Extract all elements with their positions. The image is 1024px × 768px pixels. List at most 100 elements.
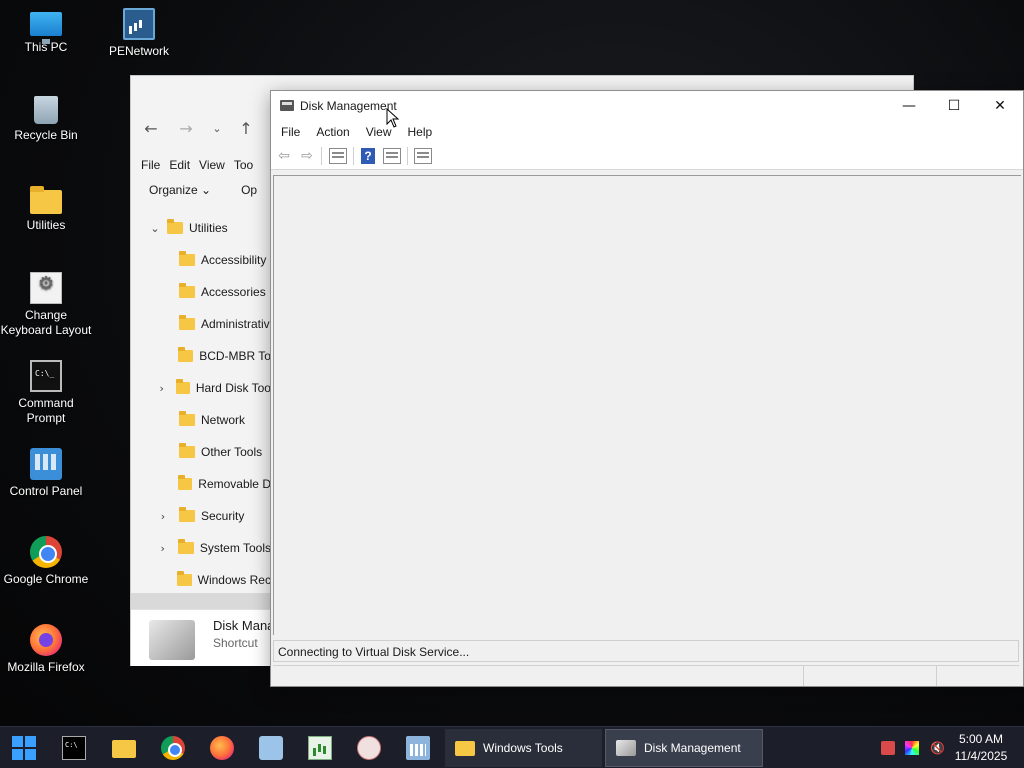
- details-pane: Disk Mana Shortcut: [131, 609, 275, 666]
- chevron-right-icon[interactable]: ›: [155, 510, 171, 523]
- taskbar-notepad-icon[interactable]: [259, 736, 283, 760]
- desktop-icon-change-keyboard-layout[interactable]: Change Keyboard Layout: [0, 272, 92, 338]
- mouse-cursor-icon: [386, 108, 400, 128]
- menu-file[interactable]: File: [281, 125, 300, 139]
- explorer-menu-tools[interactable]: Too: [234, 158, 262, 172]
- taskbar-file-explorer-icon[interactable]: [112, 740, 136, 758]
- organize-button[interactable]: Organize ⌄: [149, 183, 211, 197]
- properties-icon[interactable]: [383, 148, 401, 164]
- tree-item-network[interactable]: Network: [131, 404, 271, 436]
- tree-item-system-tools[interactable]: › System Tools: [131, 532, 271, 564]
- clock-time: 5:00 AM: [958, 732, 1004, 746]
- forward-arrow-icon[interactable]: ⇨: [298, 148, 316, 164]
- desktop-icon-utilities[interactable]: Utilities: [0, 184, 92, 233]
- desktop-icon-mozilla-firefox[interactable]: Mozilla Firefox: [0, 624, 92, 675]
- window-title: Disk Management: [300, 99, 397, 113]
- taskbar-chrome-icon[interactable]: [161, 736, 185, 760]
- tree-item-other-tools[interactable]: Other Tools: [131, 436, 271, 468]
- taskbar-firefox-icon[interactable]: [210, 736, 234, 760]
- tree-item-label: Other Tools: [201, 445, 263, 459]
- desktop-icon-label: Recycle Bin: [14, 128, 78, 142]
- tree-item-label: Security: [201, 509, 245, 523]
- folder-icon: [179, 443, 195, 458]
- minimize-button[interactable]: —: [886, 91, 932, 121]
- folder-icon: [176, 379, 190, 394]
- disk-management-icon: [616, 740, 636, 756]
- desktop-icon-label: Utilities: [26, 218, 66, 232]
- disk-management-titlebar[interactable]: Disk Management — ☐ ✕: [271, 91, 1023, 121]
- tree-item-accessories[interactable]: Accessories: [131, 276, 271, 308]
- taskbar-task-manager-icon[interactable]: [308, 736, 332, 760]
- tree-item-label: Removable D: [198, 477, 271, 491]
- desktop-icon-label: Change Keyboard Layout: [0, 308, 92, 337]
- tree-item-label: Network: [201, 413, 246, 427]
- taskbar-calculator-icon[interactable]: [406, 736, 430, 760]
- explorer-command-bar: Organize ⌄ Op: [149, 183, 257, 197]
- desktop-icon-command-prompt[interactable]: Command Prompt: [0, 360, 92, 426]
- tree-item-bcd-mbr[interactable]: BCD-MBR To: [131, 340, 271, 372]
- disk-management-shortcut-icon: [149, 620, 195, 660]
- windows-logo-icon: [25, 736, 36, 747]
- desktop-icon-recycle-bin[interactable]: Recycle Bin: [0, 96, 92, 143]
- back-arrow-icon[interactable]: ⇦: [275, 148, 293, 164]
- volume-muted-icon[interactable]: 🔇: [930, 741, 945, 755]
- taskbar-button-label: Disk Management: [644, 741, 741, 755]
- taskbar-command-prompt-icon[interactable]: [62, 736, 86, 760]
- chevron-down-icon[interactable]: ⌄: [147, 222, 163, 235]
- legend-segment: [803, 666, 804, 686]
- disk-management-window[interactable]: Disk Management — ☐ ✕ File Action View H…: [270, 90, 1024, 687]
- status-text: Connecting to Virtual Disk Service...: [278, 645, 470, 659]
- up-arrow-icon[interactable]: ↑: [234, 116, 258, 142]
- desktop-icon-this-pc[interactable]: This PC: [0, 8, 92, 55]
- chevron-right-icon[interactable]: ›: [155, 382, 168, 395]
- menu-action[interactable]: Action: [316, 125, 349, 139]
- tree-item-administrative[interactable]: Administrativ: [131, 308, 271, 340]
- recycle-bin-icon: [34, 96, 58, 124]
- folder-icon: [179, 507, 195, 522]
- desktop-icon-google-chrome[interactable]: Google Chrome: [0, 536, 92, 587]
- tree-item-windows-recovery[interactable]: Windows Rec: [131, 564, 271, 596]
- explorer-nav-bar: ← → ⌄ ↑: [131, 116, 271, 142]
- menu-help[interactable]: Help: [408, 125, 433, 139]
- tree-item-label: Utilities: [189, 221, 228, 235]
- tree-item-security[interactable]: › Security: [131, 500, 271, 532]
- start-button[interactable]: [12, 736, 36, 760]
- explorer-menu-bar: File Edit View Too: [141, 158, 262, 172]
- back-arrow-icon[interactable]: ←: [139, 116, 163, 142]
- firefox-icon: [30, 624, 62, 656]
- network-status-icon[interactable]: [881, 741, 895, 755]
- tree-item-accessibility[interactable]: Accessibility: [131, 244, 271, 276]
- color-display-icon[interactable]: [905, 741, 919, 755]
- tree-item-utilities[interactable]: ⌄ Utilities: [131, 212, 271, 244]
- taskbar-disk-management-button[interactable]: Disk Management: [605, 729, 763, 767]
- explorer-menu-view[interactable]: View: [199, 158, 234, 172]
- desktop-icon-penetwork[interactable]: PENetwork: [93, 8, 185, 59]
- explorer-menu-file[interactable]: File: [141, 158, 169, 172]
- taskbar-paint-icon[interactable]: [357, 736, 381, 760]
- toolbar-separator: [353, 147, 354, 165]
- tree-item-removable[interactable]: Removable D: [131, 468, 271, 500]
- navigation-tree: ⌄ Utilities Accessibility Accessories Ad…: [131, 212, 271, 596]
- tree-item-selected[interactable]: [131, 593, 271, 609]
- tree-item-hard-disk-tools[interactable]: › Hard Disk Too: [131, 372, 271, 404]
- taskbar-button-label: Windows Tools: [483, 741, 563, 755]
- system-clock[interactable]: 5:00 AM 11/4/2025: [950, 731, 1012, 765]
- details-item-name: Disk Mana: [213, 618, 275, 633]
- list-view-icon[interactable]: [414, 148, 432, 164]
- disk-management-icon: [280, 100, 294, 111]
- recent-dropdown-icon[interactable]: ⌄: [205, 116, 229, 142]
- show-hide-console-tree-icon[interactable]: [329, 148, 347, 164]
- maximize-button[interactable]: ☐: [931, 91, 977, 121]
- help-icon[interactable]: ?: [361, 148, 375, 164]
- taskbar-windows-tools-button[interactable]: Windows Tools: [445, 729, 602, 767]
- chevron-right-icon[interactable]: ›: [155, 542, 170, 555]
- details-item-type: Shortcut: [213, 636, 258, 650]
- desktop-icon-label: Google Chrome: [3, 572, 89, 586]
- explorer-menu-edit[interactable]: Edit: [169, 158, 199, 172]
- desktop-icon-control-panel[interactable]: Control Panel: [0, 448, 92, 499]
- close-button[interactable]: ✕: [977, 91, 1023, 121]
- forward-arrow-icon[interactable]: →: [174, 116, 198, 142]
- folder-icon: [177, 571, 192, 586]
- open-button[interactable]: Op: [241, 183, 257, 197]
- folder-icon: [179, 315, 195, 330]
